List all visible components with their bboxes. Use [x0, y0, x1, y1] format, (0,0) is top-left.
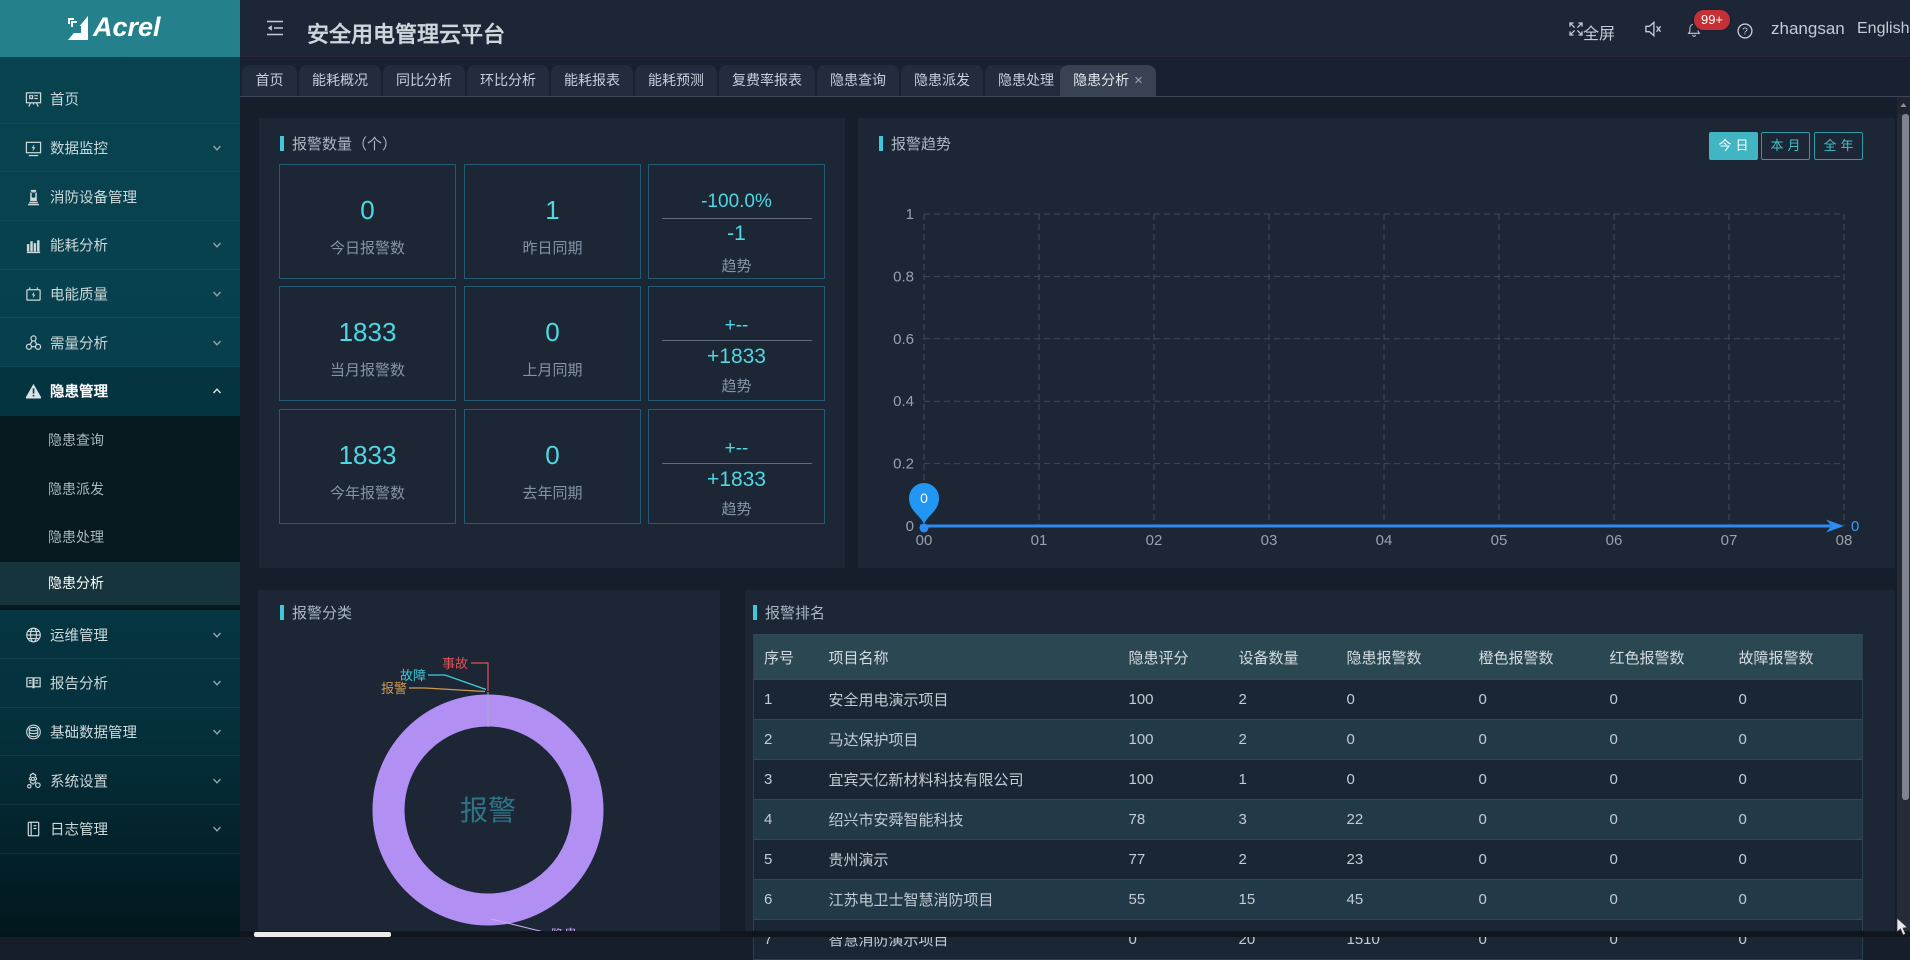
svg-text:事故: 事故	[442, 656, 468, 671]
svg-text:01: 01	[1031, 532, 1048, 549]
svg-text:05: 05	[1491, 532, 1508, 549]
svg-text:06: 06	[1606, 532, 1623, 549]
svg-text:0.2: 0.2	[893, 456, 914, 473]
svg-text:1: 1	[906, 206, 914, 223]
svg-text:08: 08	[1836, 532, 1853, 549]
svg-text:0.4: 0.4	[893, 393, 914, 410]
svg-text:00: 00	[916, 532, 933, 549]
svg-text:0.6: 0.6	[893, 331, 914, 348]
svg-text:0: 0	[920, 490, 928, 506]
svg-text:0: 0	[1851, 518, 1859, 535]
svg-text:07: 07	[1721, 532, 1738, 549]
svg-text:0: 0	[906, 518, 914, 535]
svg-text:报警: 报警	[460, 795, 516, 826]
svg-text:报警: 报警	[381, 681, 407, 696]
svg-text:04: 04	[1376, 532, 1393, 549]
svg-text:02: 02	[1146, 532, 1163, 549]
svg-text:?: ?	[1742, 27, 1748, 38]
svg-text:03: 03	[1261, 532, 1278, 549]
svg-text:0.8: 0.8	[893, 268, 914, 285]
